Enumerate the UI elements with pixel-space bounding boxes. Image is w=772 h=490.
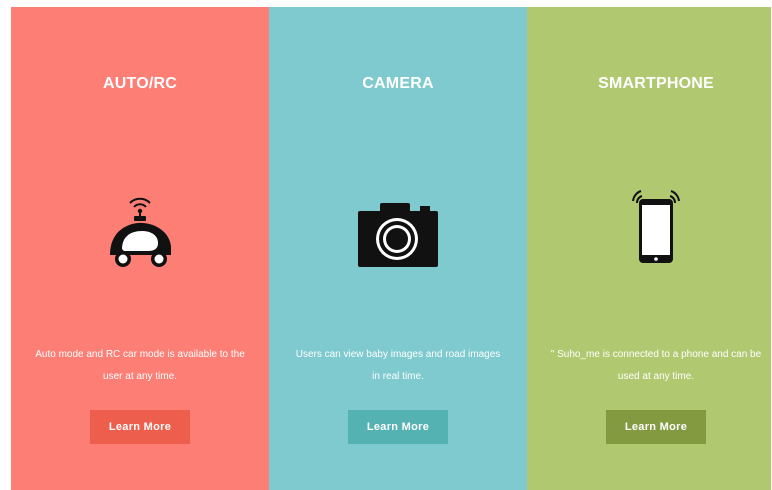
feature-panels: AUTO/RC Auto mode and RC car mode is ava… xyxy=(11,7,772,490)
panel-description: " Suho_me is connected to a phone and ca… xyxy=(550,349,762,382)
learn-more-button-camera[interactable]: Learn More xyxy=(348,410,448,444)
smartphone-icon xyxy=(632,190,680,263)
camera-icon xyxy=(358,203,438,267)
panel-title: AUTO/RC xyxy=(103,75,177,92)
panel-auto-rc: AUTO/RC Auto mode and RC car mode is ava… xyxy=(11,7,269,490)
panel-camera: CAMERA Users can view baby images and ro… xyxy=(269,7,527,490)
panel-title: CAMERA xyxy=(362,75,434,92)
autonomous-car-icon xyxy=(110,197,171,267)
panel-description: Users can view baby images and road imag… xyxy=(295,349,501,382)
panel-title: SMARTPHONE xyxy=(598,75,714,92)
page: AUTO/RC Auto mode and RC car mode is ava… xyxy=(0,0,772,490)
learn-more-button-auto-rc[interactable]: Learn More xyxy=(90,410,190,444)
learn-more-button-smartphone[interactable]: Learn More xyxy=(606,410,706,444)
panel-description: Auto mode and RC car mode is available t… xyxy=(35,349,245,382)
panel-smartphone: SMARTPHONE " Suho_me is connected to a p… xyxy=(527,7,771,490)
